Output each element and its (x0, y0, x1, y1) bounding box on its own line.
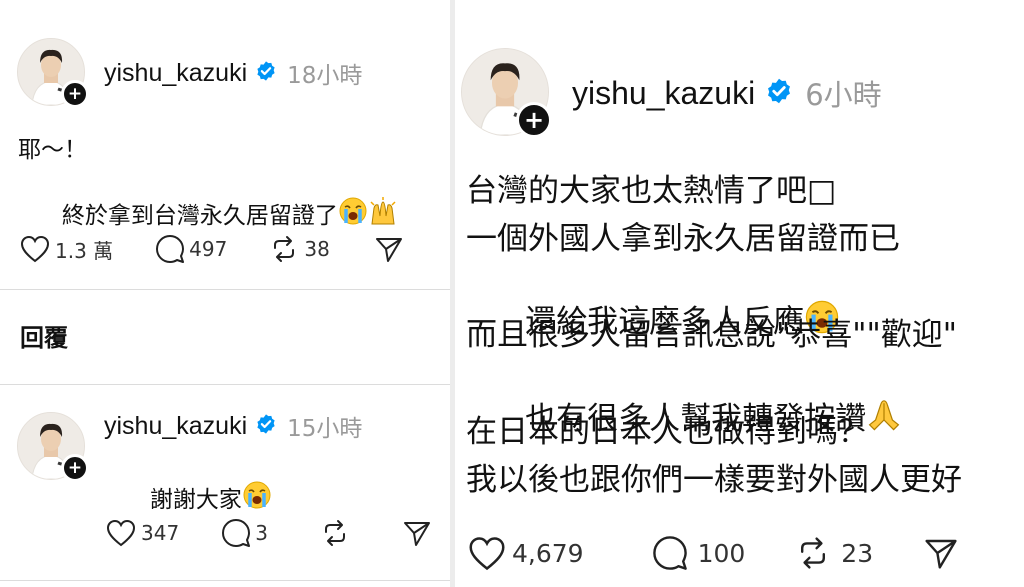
post-text-line: 在日本的日本人也做得到嗎？ (466, 414, 869, 450)
verified-badge-icon (765, 77, 793, 109)
post-time[interactable]: 15小時 (287, 409, 362, 443)
post-time[interactable]: 18小時 (287, 56, 362, 90)
right-screenshot-panel: + yishu_kazuki 6小時 台灣的大家也太熱情了吧□ 一個外國人拿到永… (455, 0, 1024, 587)
loudly-crying-face-emoji (338, 196, 368, 232)
post-actions: 347 3 (106, 518, 432, 548)
share-button[interactable] (923, 535, 959, 571)
folded-hands-emoji (866, 396, 902, 440)
verified-badge-icon (255, 413, 277, 439)
avatar-container[interactable]: + (17, 38, 89, 108)
send-icon (403, 522, 430, 546)
comment-count: 100 (697, 538, 746, 568)
post-actions: 4,679 100 23 (468, 534, 959, 572)
username[interactable]: yishu_kazuki (104, 412, 247, 441)
divider (0, 384, 450, 385)
repost-icon (274, 236, 295, 262)
heart-icon (20, 235, 50, 263)
avatar-container[interactable]: + (461, 48, 556, 138)
loudly-crying-face-emoji (242, 480, 272, 516)
username[interactable]: yishu_kazuki (104, 59, 247, 88)
repost-button[interactable] (320, 518, 350, 548)
repost-icon (324, 520, 345, 546)
divider (0, 580, 450, 581)
heart-icon (469, 536, 505, 570)
replies-header[interactable]: 回覆 (20, 318, 68, 353)
comment-bubble-icon (652, 536, 687, 570)
send-icon (925, 539, 957, 569)
left-screenshot-panel: + yishu_kazuki 18小時 耶～！ 終於拿到台灣永久居留證了 1.3… (0, 0, 450, 587)
repost-button[interactable]: 38 (269, 234, 330, 264)
username[interactable]: yishu_kazuki (572, 75, 755, 112)
post-text-line: 耶～！ (18, 137, 87, 163)
post-text: 終於拿到台灣永久居留證了 (61, 203, 338, 229)
share-button[interactable] (374, 234, 404, 264)
repost-count: 38 (304, 237, 330, 261)
send-icon (375, 238, 402, 262)
comment-button[interactable]: 100 (652, 535, 746, 571)
comment-bubble-icon (156, 235, 185, 263)
like-count: 4,679 (512, 538, 584, 568)
post-time[interactable]: 6小時 (805, 72, 881, 114)
comment-button[interactable]: 3 (221, 518, 268, 548)
verified-badge-icon (255, 60, 277, 86)
heart-icon (106, 519, 136, 547)
repost-button[interactable]: 23 (795, 535, 873, 571)
like-button[interactable]: 347 (106, 519, 179, 547)
comment-count: 3 (255, 521, 268, 545)
like-button[interactable]: 1.3 萬 (20, 235, 113, 264)
share-button[interactable] (402, 518, 432, 548)
raising-hands-emoji (368, 196, 398, 232)
divider (0, 289, 450, 290)
follow-plus-icon[interactable]: + (61, 80, 89, 108)
follow-plus-icon[interactable]: + (516, 102, 552, 138)
post-text-line: 而且很多人留言訊息說"恭喜""歡迎" (466, 317, 958, 353)
comment-button[interactable]: 497 (155, 234, 227, 264)
avatar-container[interactable]: + (17, 412, 89, 482)
comment-count: 497 (189, 237, 228, 261)
like-count: 347 (141, 521, 180, 545)
post-text-line: 一個外國人拿到永久居留證而已 (466, 221, 900, 257)
post-text-line: 台灣的大家也太熱情了吧□ (466, 173, 837, 209)
follow-plus-icon[interactable]: + (61, 454, 89, 482)
like-count: 1.3 萬 (55, 238, 114, 263)
post-text: 謝謝大家 (149, 487, 242, 513)
comment-bubble-icon (222, 519, 251, 547)
post-actions: 1.3 萬 497 38 (20, 234, 404, 264)
post-text-line: 我以後也跟你們一樣要對外國人更好 (466, 462, 962, 498)
repost-count: 23 (841, 538, 874, 568)
repost-icon (801, 537, 826, 569)
like-button[interactable]: 4,679 (468, 536, 584, 571)
